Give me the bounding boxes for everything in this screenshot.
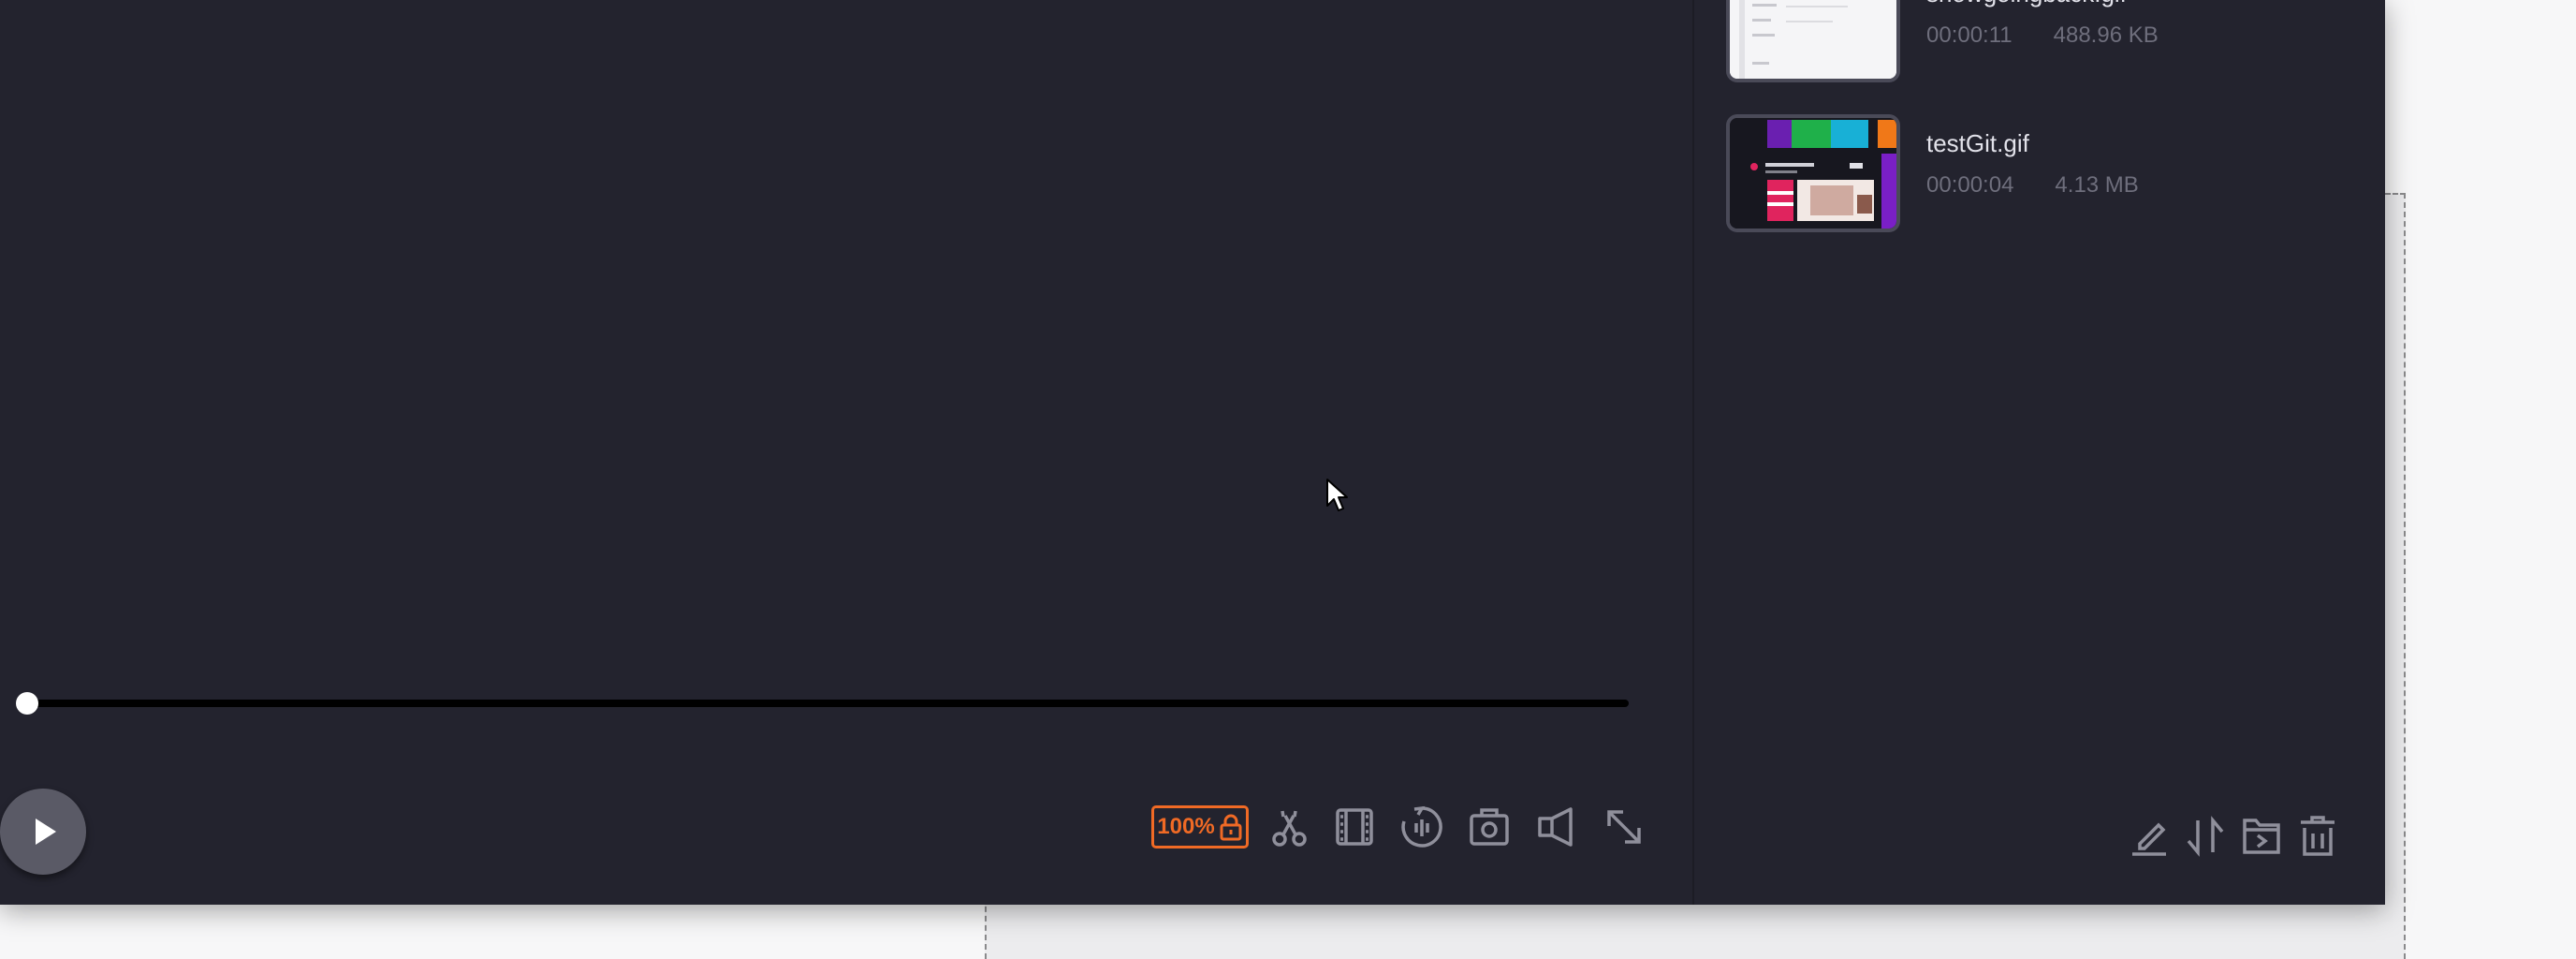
file-duration: 00:00:04: [1926, 172, 2014, 198]
file-size: 488.96 KB: [2053, 22, 2159, 48]
scissors-icon[interactable]: [1266, 804, 1312, 850]
player-area: 100%: [0, 0, 1692, 905]
play-icon: [36, 819, 56, 845]
file-size: 4.13 MB: [2055, 172, 2139, 198]
file-thumbnail: [1726, 0, 1900, 82]
progress-track[interactable]: [26, 700, 1629, 707]
delete-icon[interactable]: [2295, 813, 2340, 858]
edit-icon[interactable]: [2127, 813, 2172, 858]
rotate-icon[interactable]: [1398, 804, 1445, 850]
mouse-cursor-icon: [1326, 479, 1348, 511]
file-name: showgoingback.gif: [1926, 0, 2127, 8]
zoom-label: 100%: [1157, 814, 1215, 839]
file-list-item[interactable]: showgoingback.gif 00:00:11 488.96 KB: [1726, 0, 2363, 86]
zoom-lock-button[interactable]: 100%: [1151, 805, 1249, 848]
progress-handle[interactable]: [16, 692, 38, 715]
app-window: 100% 00:00:11 488.96 KB testGit.gif 00:0…: [0, 0, 2385, 905]
resize-icon[interactable]: [1601, 804, 1647, 850]
camera-icon[interactable]: [1466, 804, 1513, 850]
file-list-item[interactable]: testGit.gif 00:00:04 4.13 MB: [1726, 114, 2363, 236]
sort-icon[interactable]: [2183, 813, 2228, 858]
lock-icon: [1220, 814, 1242, 841]
file-meta: 00:00:11 488.96 KB: [1926, 22, 2159, 49]
file-thumbnail: [1726, 114, 1900, 232]
background-window-edge: [2385, 193, 2406, 195]
file-list-panel: showgoingback.gif 00:00:11 488.96 KB: [1694, 0, 2385, 905]
file-meta: 00:00:04 4.13 MB: [1926, 172, 2139, 199]
file-duration: 00:00:11: [1926, 22, 2012, 48]
play-button[interactable]: [0, 789, 86, 875]
frames-icon[interactable]: [1331, 804, 1378, 850]
file-name: testGit.gif: [1926, 129, 2029, 157]
open-folder-icon[interactable]: [2239, 813, 2284, 858]
volume-icon[interactable]: [1533, 804, 1580, 850]
